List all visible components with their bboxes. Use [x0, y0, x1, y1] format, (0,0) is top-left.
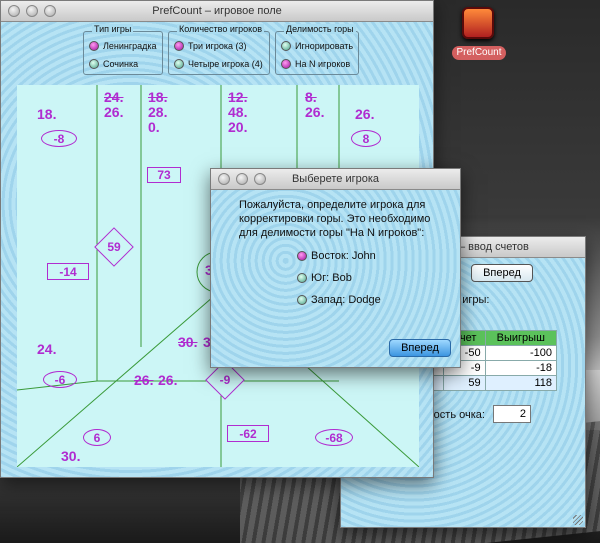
board-number: 26.: [305, 104, 325, 120]
radio-off-icon: [174, 59, 184, 69]
radio-sochinka[interactable]: Сочинка: [89, 59, 138, 69]
radio-on-icon: [281, 59, 291, 69]
zoom-button[interactable]: [254, 173, 266, 185]
radio-off-icon: [297, 273, 307, 283]
radio-player-east[interactable]: Восток: John: [297, 250, 376, 262]
board-number: 26.: [158, 372, 178, 388]
board-number: 48.: [228, 104, 248, 120]
players-count-title: Количество игроков: [177, 24, 264, 34]
radio-player-south[interactable]: Юг: Bob: [297, 272, 352, 284]
board-number: 26.: [104, 104, 124, 120]
board-number: 24.: [37, 341, 57, 357]
radio-on-icon: [297, 251, 307, 261]
board-box: -14: [47, 263, 89, 280]
zoom-button[interactable]: [44, 5, 56, 17]
radio-off-icon: [297, 295, 307, 305]
board-number: 8.: [305, 89, 317, 105]
players-count-group: Количество игроков Три игрока (3) Четыре…: [168, 24, 270, 75]
board-number: 18.: [37, 106, 57, 122]
close-button[interactable]: [218, 173, 230, 185]
dialog-message: Пожалуйста, определите игрока для коррек…: [239, 199, 431, 239]
minimize-button[interactable]: [236, 173, 248, 185]
board-oval: -6: [43, 371, 77, 388]
minimize-button[interactable]: [26, 5, 38, 17]
radio-ignore[interactable]: Игнорировать: [281, 41, 353, 51]
dialog-titlebar[interactable]: Выберете игрока: [211, 169, 460, 190]
board-number: 18.: [148, 89, 168, 105]
game-type-title: Тип игры: [92, 24, 134, 34]
score-next-button[interactable]: Вперед: [471, 264, 533, 282]
board-number: 30.: [178, 334, 198, 350]
select-player-dialog: Выберете игрока Пожалуйста, определите и…: [210, 168, 461, 368]
radio-on-icon: [89, 41, 99, 51]
board-number: 12.: [228, 89, 248, 105]
radio-off-icon: [89, 59, 99, 69]
board-number: 20.: [228, 119, 248, 135]
board-number: 30.: [61, 448, 81, 464]
board-oval: -68: [315, 429, 353, 446]
point-cost-field[interactable]: 2: [493, 405, 531, 423]
radio-leningradka[interactable]: Ленинградка: [89, 41, 157, 51]
board-oval: 8: [351, 130, 381, 147]
board-box: 73: [147, 167, 181, 183]
board-diamond-value: 59: [107, 240, 121, 254]
radio-n-players[interactable]: На N игроков: [281, 59, 350, 69]
board-number: 26.: [134, 372, 154, 388]
radio-on-icon: [174, 41, 184, 51]
dialog-title: Выберете игрока: [291, 173, 380, 185]
prefcount-logo-icon: [462, 7, 494, 39]
radio-three-players[interactable]: Три игрока (3): [174, 41, 247, 51]
radio-four-players[interactable]: Четыре игрока (4): [174, 59, 263, 69]
score-window-title: – ввод счетов: [459, 241, 529, 253]
board-diamond-value: -9: [219, 373, 231, 387]
radio-off-icon: [281, 41, 291, 51]
divisibility-group: Делимость горы Игнорировать На N игроков: [275, 24, 359, 75]
board-oval: 6: [83, 429, 111, 446]
app-icon[interactable]: PrefCount: [450, 5, 508, 61]
board-number: 24.: [104, 89, 124, 105]
dialog-pane: Пожалуйста, определите игрока для коррек…: [211, 190, 460, 367]
board-box: -62: [227, 425, 269, 442]
radio-player-west[interactable]: Запад: Dodge: [297, 294, 381, 306]
dialog-next-button[interactable]: Вперед: [389, 339, 451, 357]
board-number: 0.: [148, 119, 160, 135]
board-number: 28.: [148, 104, 168, 120]
board-number: 26.: [355, 106, 375, 122]
board-oval: -8: [41, 130, 77, 147]
close-button[interactable]: [8, 5, 20, 17]
app-icon-label: PrefCount: [452, 46, 506, 60]
col-win: Выигрыш: [484, 330, 558, 346]
main-window-titlebar[interactable]: PrefCount – игровое поле: [1, 1, 433, 22]
main-window-title: PrefCount – игровое поле: [152, 5, 282, 17]
game-type-group: Тип игры Ленинградка Сочинка: [83, 24, 163, 75]
divisibility-title: Делимость горы: [284, 24, 356, 34]
resize-grip-icon[interactable]: [573, 515, 583, 525]
